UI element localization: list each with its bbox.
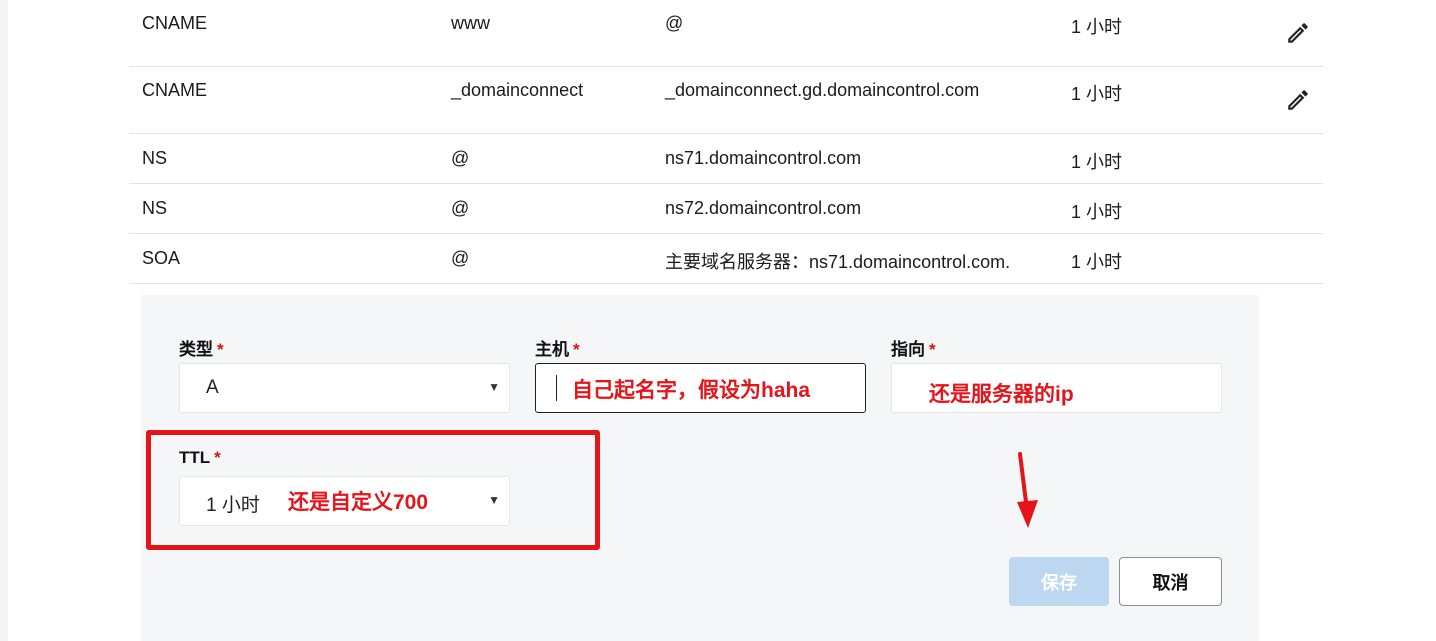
type-select[interactable]: A ▼ [179, 363, 510, 413]
table-row: CNAME _domainconnect _domainconnect.gd.d… [129, 67, 1323, 134]
record-host: _domainconnect [451, 80, 584, 100]
record-value: _domainconnect.gd.domaincontrol.com [665, 80, 980, 100]
required-mark: * [929, 340, 936, 359]
record-host: @ [451, 148, 470, 168]
record-ttl: 1 小时 [1071, 202, 1123, 222]
record-value: @ [665, 13, 684, 33]
record-ttl: 1 小时 [1071, 152, 1123, 172]
host-annotation: 自己起名字，假设为haha [572, 379, 811, 402]
pencil-icon[interactable] [1285, 87, 1311, 113]
record-type: SOA [142, 248, 181, 268]
record-type: NS [142, 198, 168, 218]
record-ttl: 1 小时 [1071, 84, 1123, 104]
type-label: 类型 * [179, 335, 224, 360]
table-row: NS @ ns72.domaincontrol.com 1 小时 [129, 184, 1323, 234]
save-button[interactable]: 保存 [1009, 557, 1109, 606]
dns-records-table: CNAME www @ 1 小时 CNAME _domainconnect _d… [129, 0, 1323, 284]
host-label: 主机 * [535, 335, 580, 360]
record-ttl: 1 小时 [1071, 252, 1123, 272]
required-mark: * [573, 340, 580, 359]
required-mark: * [217, 340, 224, 359]
record-host: @ [451, 198, 470, 218]
type-select-value: A [206, 377, 219, 398]
pencil-icon[interactable] [1285, 20, 1311, 46]
record-value: 主要域名服务器：ns71.domaincontrol.com. [665, 252, 1011, 272]
arrow-down-icon [1017, 452, 1038, 528]
points-to-annotation: 还是服务器的ip [929, 383, 1074, 406]
host-label-text: 主机 [535, 340, 569, 359]
left-rail [0, 0, 8, 641]
record-host: www [451, 13, 490, 33]
record-ttl: 1 小时 [1071, 17, 1123, 37]
cancel-button[interactable]: 取消 [1119, 557, 1222, 606]
table-row: NS @ ns71.domaincontrol.com 1 小时 [129, 134, 1323, 184]
type-label-text: 类型 [179, 340, 213, 359]
record-type: CNAME [142, 80, 208, 100]
points-to-label: 指向 * [891, 335, 936, 360]
points-to-label-text: 指向 [891, 340, 925, 359]
ttl-highlight-box [146, 430, 600, 550]
table-row: SOA @ 主要域名服务器：ns71.domaincontrol.com. 1 … [129, 234, 1323, 284]
text-cursor [556, 375, 557, 401]
record-value: ns72.domaincontrol.com [665, 198, 862, 218]
record-type: NS [142, 148, 168, 168]
record-type: CNAME [142, 13, 208, 33]
record-host: @ [451, 248, 470, 268]
record-value: ns71.domaincontrol.com [665, 148, 862, 168]
table-row: CNAME www @ 1 小时 [129, 0, 1323, 67]
caret-down-icon: ▼ [488, 380, 500, 394]
